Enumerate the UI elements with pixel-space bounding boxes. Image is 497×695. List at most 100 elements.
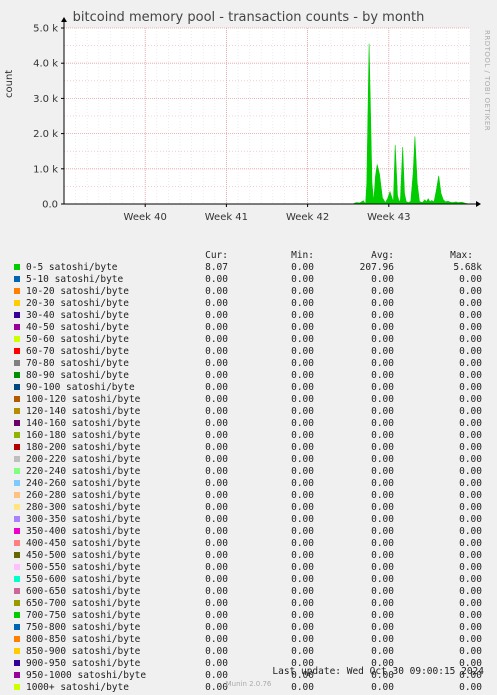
legend-row: 200-220 satoshi/byte 0.00 0.00 0.00 0.00 — [0, 454, 497, 466]
legend-swatch — [14, 468, 20, 474]
legend-swatch — [14, 600, 20, 606]
legend-cur-value: 0.00 — [205, 610, 228, 621]
legend-cur-value: 0.00 — [205, 586, 228, 597]
legend-avg-value: 0.00 — [371, 310, 394, 321]
legend-avg-value: 0.00 — [371, 394, 394, 405]
legend-row: 180-200 satoshi/byte 0.00 0.00 0.00 0.00 — [0, 442, 497, 454]
legend-max-value: 0.00 — [459, 382, 482, 393]
legend-row: 40-50 satoshi/byte 0.00 0.00 0.00 0.00 — [0, 322, 497, 334]
legend-avg-value: 0.00 — [371, 358, 394, 369]
legend-avg-value: 0.00 — [371, 478, 394, 489]
legend-avg-value: 0.00 — [371, 442, 394, 453]
legend-label: 850-900 satoshi/byte — [26, 646, 141, 657]
legend-max-value: 0.00 — [459, 478, 482, 489]
legend-min-value: 0.00 — [291, 382, 314, 393]
legend-max-value: 0.00 — [459, 502, 482, 513]
legend-min-value: 0.00 — [291, 598, 314, 609]
legend-row: 120-140 satoshi/byte 0.00 0.00 0.00 0.00 — [0, 406, 497, 418]
legend-cur-value: 0.00 — [205, 634, 228, 645]
legend-min-value: 0.00 — [291, 430, 314, 441]
legend-max-value: 0.00 — [459, 286, 482, 297]
legend-max-value: 0.00 — [459, 622, 482, 633]
legend-row: 400-450 satoshi/byte 0.00 0.00 0.00 0.00 — [0, 538, 497, 550]
legend-min-value: 0.00 — [291, 622, 314, 633]
legend-row: 260-280 satoshi/byte 0.00 0.00 0.00 0.00 — [0, 490, 497, 502]
y-tick-label: 0.0 — [42, 200, 58, 211]
legend-swatch — [14, 372, 20, 378]
legend-avg-value: 0.00 — [371, 538, 394, 549]
legend-label: 350-400 satoshi/byte — [26, 526, 141, 537]
legend-max-value: 0.00 — [459, 610, 482, 621]
legend-row: 30-40 satoshi/byte 0.00 0.00 0.00 0.00 — [0, 310, 497, 322]
legend-swatch — [14, 444, 20, 450]
legend-swatch — [14, 432, 20, 438]
legend-avg-value: 0.00 — [371, 322, 394, 333]
legend-label: 30-40 satoshi/byte — [26, 310, 129, 321]
legend-avg-value: 0.00 — [371, 622, 394, 633]
legend-min-value: 0.00 — [291, 586, 314, 597]
legend-row: 700-750 satoshi/byte 0.00 0.00 0.00 0.00 — [0, 610, 497, 622]
legend-header-min: Min: — [291, 250, 314, 261]
legend-swatch — [14, 360, 20, 366]
legend-swatch — [14, 624, 20, 630]
legend-avg-value: 0.00 — [371, 454, 394, 465]
y-tick-label: 2.0 k — [33, 129, 58, 140]
legend-label: 40-50 satoshi/byte — [26, 322, 129, 333]
legend-label: 240-260 satoshi/byte — [26, 478, 141, 489]
legend-swatch — [14, 336, 20, 342]
legend-max-value: 0.00 — [459, 310, 482, 321]
legend-min-value: 0.00 — [291, 286, 314, 297]
legend-min-value: 0.00 — [291, 274, 314, 285]
legend-label: 120-140 satoshi/byte — [26, 406, 141, 417]
x-tick-label: Week 42 — [286, 212, 329, 223]
legend-avg-value: 0.00 — [371, 334, 394, 345]
legend-max-value: 0.00 — [459, 322, 482, 333]
legend-swatch — [14, 528, 20, 534]
legend-swatch — [14, 276, 20, 282]
legend-min-value: 0.00 — [291, 394, 314, 405]
y-tick-label: 4.0 k — [33, 59, 58, 70]
legend-swatch — [14, 264, 20, 270]
last-update: Last update: Wed Oct 30 09:00:15 2024 — [272, 666, 484, 677]
legend-min-value: 0.00 — [291, 610, 314, 621]
legend-max-value: 0.00 — [459, 466, 482, 477]
legend-max-value: 0.00 — [459, 550, 482, 561]
legend-avg-value: 0.00 — [371, 574, 394, 585]
legend-swatch — [14, 348, 20, 354]
legend-avg-value: 0.00 — [371, 562, 394, 573]
legend-swatch — [14, 588, 20, 594]
legend-cur-value: 0.00 — [205, 502, 228, 513]
legend-avg-value: 0.00 — [371, 406, 394, 417]
legend-cur-value: 0.00 — [205, 562, 228, 573]
legend-avg-value: 0.00 — [371, 610, 394, 621]
legend-row: 10-20 satoshi/byte 0.00 0.00 0.00 0.00 — [0, 286, 497, 298]
legend-swatch — [14, 324, 20, 330]
legend-swatch — [14, 612, 20, 618]
legend-label: 50-60 satoshi/byte — [26, 334, 129, 345]
legend-avg-value: 0.00 — [371, 418, 394, 429]
legend-max-value: 0.00 — [459, 430, 482, 441]
x-tick-label: Week 40 — [124, 212, 167, 223]
legend-cur-value: 0.00 — [205, 514, 228, 525]
legend-max-value: 0.00 — [459, 586, 482, 597]
legend-swatch — [14, 408, 20, 414]
legend-label: 900-950 satoshi/byte — [26, 658, 141, 669]
legend-min-value: 0.00 — [291, 490, 314, 501]
legend-max-value: 0.00 — [459, 442, 482, 453]
legend-label: 600-650 satoshi/byte — [26, 586, 141, 597]
legend-header-cur: Cur: — [205, 250, 228, 261]
legend-swatch — [14, 516, 20, 522]
legend-row: 60-70 satoshi/byte 0.00 0.00 0.00 0.00 — [0, 346, 497, 358]
legend-max-value: 0.00 — [459, 514, 482, 525]
legend-label: 750-800 satoshi/byte — [26, 622, 141, 633]
legend-row: 240-260 satoshi/byte 0.00 0.00 0.00 0.00 — [0, 478, 497, 490]
legend-row: 450-500 satoshi/byte 0.00 0.00 0.00 0.00 — [0, 550, 497, 562]
legend-cur-value: 0.00 — [205, 622, 228, 633]
x-axis-arrow — [476, 201, 481, 207]
legend-avg-value: 0.00 — [371, 370, 394, 381]
legend-row: 300-350 satoshi/byte 0.00 0.00 0.00 0.00 — [0, 514, 497, 526]
legend-label: 60-70 satoshi/byte — [26, 346, 129, 357]
legend-swatch — [14, 636, 20, 642]
legend-min-value: 0.00 — [291, 634, 314, 645]
legend-row: 5-10 satoshi/byte 0.00 0.00 0.00 0.00 — [0, 274, 497, 286]
